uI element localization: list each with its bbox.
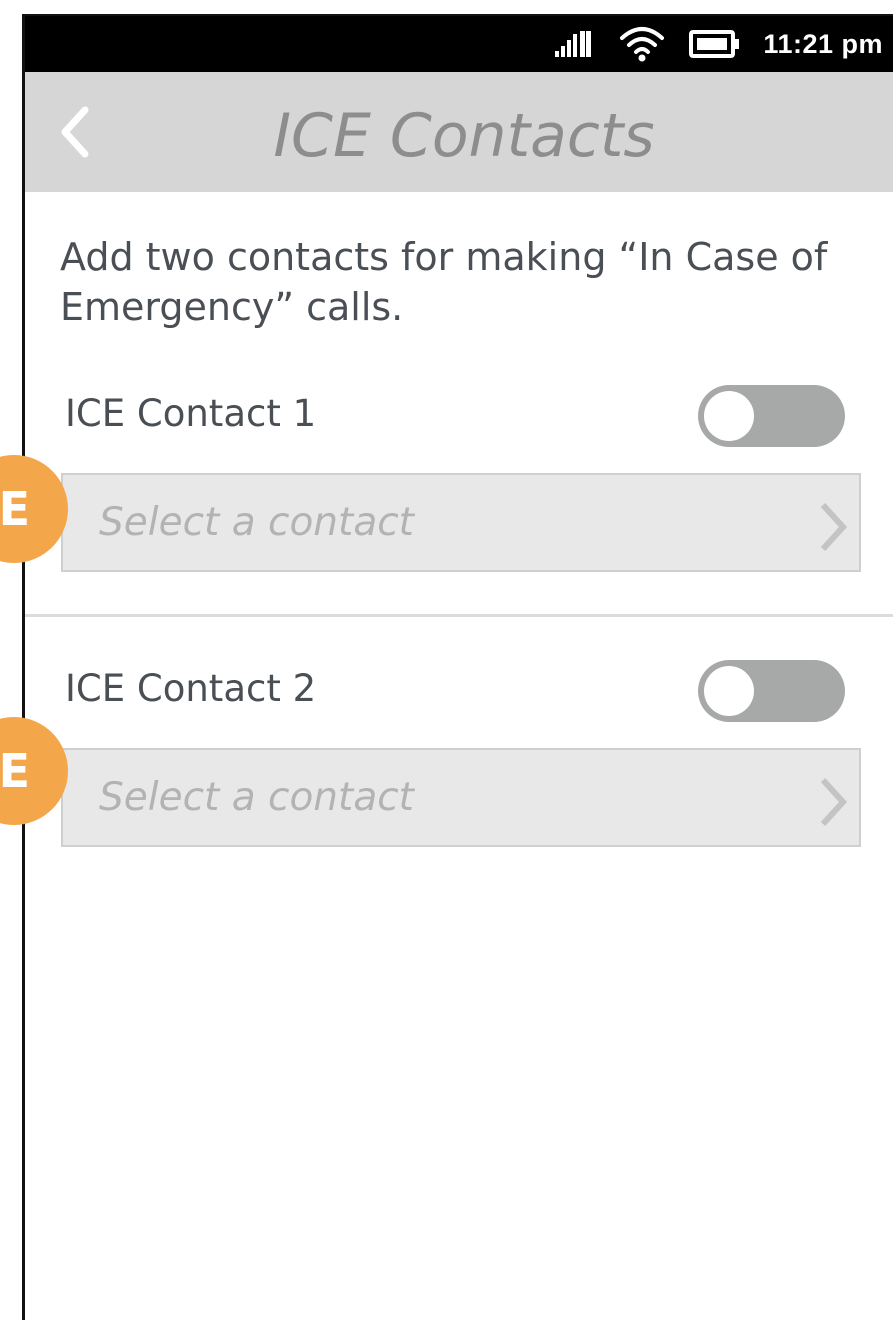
chevron-right-icon [820, 502, 848, 552]
contact-2-select[interactable]: Select a contact [61, 748, 861, 847]
app-header: ICE Contacts [25, 72, 893, 192]
status-time: 11:21 pm [763, 28, 883, 59]
status-bar: 11:21 pm [25, 16, 893, 72]
contact-2-select-placeholder: Select a contact [99, 775, 414, 820]
frame-left-edge [22, 14, 25, 1320]
contact-2-label: ICE Contact 2 [65, 667, 317, 710]
contact-1-toggle[interactable] [698, 385, 845, 447]
contact-1-select[interactable]: Select a contact [61, 473, 861, 572]
wifi-icon [620, 27, 665, 62]
contact-2-toggle[interactable] [698, 660, 845, 722]
battery-icon [689, 30, 740, 58]
annotation-badge: E [0, 455, 68, 563]
contact-1-select-placeholder: Select a contact [99, 500, 414, 545]
contact-1-label: ICE Contact 1 [65, 392, 317, 435]
annotation-badge: E [0, 717, 68, 825]
page-title: ICE Contacts [273, 101, 655, 171]
intro-text: Add two contacts for making “In Case of … [60, 235, 828, 329]
chevron-right-icon [820, 777, 848, 827]
section-divider [25, 614, 893, 617]
signal-icon [555, 31, 592, 57]
toggle-knob [704, 391, 754, 441]
badge-letter: E [0, 744, 30, 798]
badge-letter: E [0, 482, 30, 536]
toggle-knob [704, 666, 754, 716]
